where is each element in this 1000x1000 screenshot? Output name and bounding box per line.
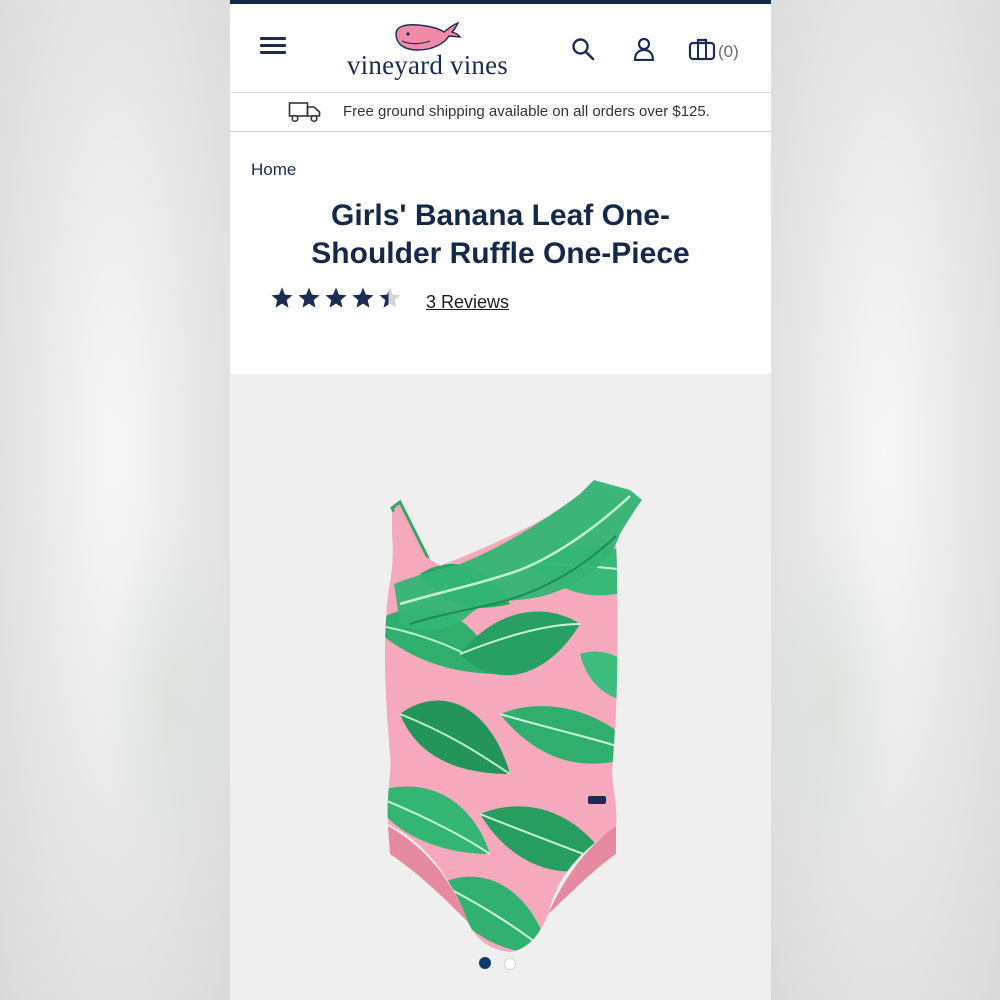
half-star-icon	[379, 287, 401, 308]
search-icon[interactable]	[571, 37, 595, 61]
star-icon	[352, 287, 374, 308]
mobile-screen: vineyard vines (0) Free ground shipping …	[230, 0, 771, 1000]
star-icon	[271, 287, 293, 308]
gallery-dot-2[interactable]	[504, 958, 516, 970]
account-icon[interactable]	[633, 37, 655, 61]
right-backdrop	[760, 0, 1000, 1000]
rating-stars[interactable]	[270, 286, 405, 314]
shipping-banner: Free ground shipping available on all or…	[230, 93, 771, 132]
cart-count[interactable]: (0)	[718, 42, 739, 62]
left-backdrop	[0, 0, 240, 1000]
shopping-bag-icon[interactable]	[688, 37, 716, 61]
gallery-pagination	[479, 957, 529, 970]
swimsuit-product-image[interactable]	[380, 474, 645, 954]
shipping-message: Free ground shipping available on all or…	[343, 103, 710, 120]
breadcrumb-home-link[interactable]: Home	[251, 160, 296, 180]
gallery-dot-1[interactable]	[479, 957, 491, 969]
star-icon	[298, 287, 320, 308]
product-title: Girls' Banana Leaf One-Shoulder Ruffle O…	[311, 199, 690, 270]
brand-logo[interactable]: vineyard vines	[335, 20, 520, 86]
brand-wordmark: vineyard vines	[346, 50, 508, 80]
reviews-link[interactable]: 3 Reviews	[426, 292, 509, 313]
site-header: vineyard vines (0)	[230, 4, 771, 93]
star-icon	[325, 287, 347, 308]
menu-icon[interactable]	[260, 37, 286, 55]
delivery-truck-icon	[288, 102, 321, 123]
product-gallery[interactable]	[230, 374, 771, 1000]
